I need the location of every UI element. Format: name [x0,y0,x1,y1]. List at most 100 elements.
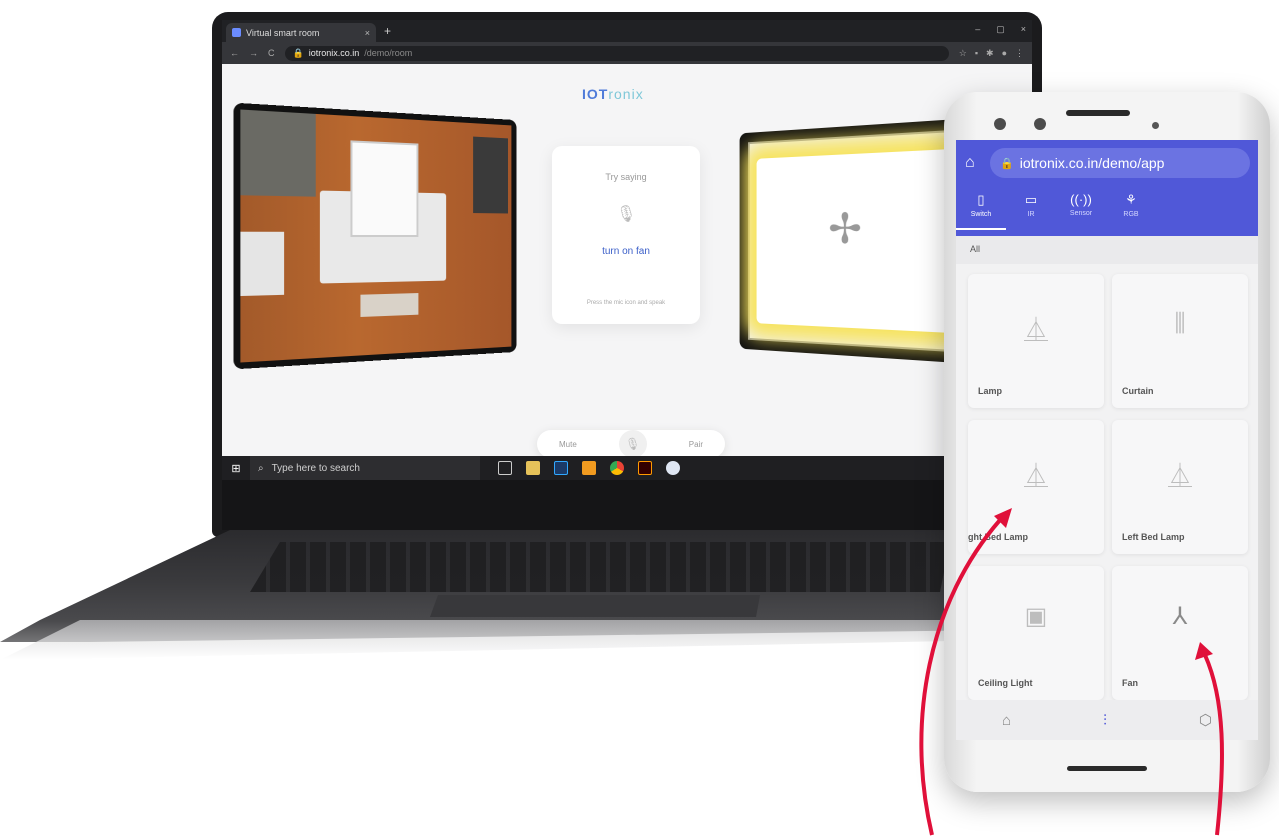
illustrator-icon[interactable] [638,461,652,475]
device-card-right-bed-lamp[interactable]: ⏅ ght Bed Lamp [968,420,1104,554]
voice-command-card: Try saying 🎙 turn on fan Press the mic i… [552,146,700,324]
browser-actions: ☆ ▪ ✱ ● ⋮ [959,48,1024,59]
star-icon[interactable]: ☆ [959,48,967,59]
device-card-left-bed-lamp[interactable]: ⏅ Left Bed Lamp [1112,420,1248,554]
lamp-icon: ⏅ [1024,317,1048,344]
promo-stage: Virtual smart room × + – ▢ × ← → C 🔒 iot… [0,0,1279,839]
device-card-fan[interactable]: ⅄ Fan [1112,566,1248,700]
device-label: Lamp [978,386,1003,396]
menu-icon[interactable]: ⋮ [1015,48,1024,59]
windows-taskbar: ⊞ ⌕ Type here to search ^ 🔊 [222,456,1032,480]
mobile-url: iotronix.co.in/demo/app [1019,155,1165,171]
reload-icon[interactable]: C [268,48,275,58]
address-bar[interactable]: 🔒 iotronix.co.in/demo/room [284,45,949,61]
device-label: Left Bed Lamp [1122,532,1185,542]
wardrobe [473,136,508,214]
taskbar-apps [498,461,680,475]
voice-prompt: Try saying [605,172,647,182]
category-tabs: ▯ Switch ▭ IR ((·)) Sensor ⚘ RGB [956,190,1258,230]
browser-tab-strip: Virtual smart room × + – ▢ × [222,20,1032,42]
tab-close-icon[interactable]: × [365,28,370,38]
filter-all[interactable]: All [956,236,1258,264]
taskbar-search[interactable]: ⌕ Type here to search [250,456,480,480]
bottom-navigation: ⌂ ⫶ ⬡ [956,700,1258,740]
mobile-address-bar[interactable]: 🔒 iotronix.co.in/demo/app [990,148,1250,178]
mic-icon[interactable]: 🎙 [616,204,636,228]
web-page: IOTronix Try saying 🎙 turn on fan Press … [222,64,1032,458]
maximize-button[interactable]: ▢ [996,24,1005,35]
mic-button-icon[interactable]: 🎙 [618,430,647,458]
earpiece-speaker [1066,110,1130,116]
forward-icon[interactable]: → [249,48,258,58]
room-corner [240,109,316,197]
brand-logo: IOTronix [582,86,644,102]
search-icon: ⌕ [258,462,264,474]
tab-label: Switch [970,211,992,218]
close-window-button[interactable]: × [1021,24,1026,35]
windows-start-icon[interactable]: ⊞ [222,462,250,475]
device-grid: ⏅ Lamp ⫼ Curtain ⏅ ght Bed Lamp ⏅ Left B… [968,274,1248,700]
browser-toolbar: ← → C 🔒 iotronix.co.in/demo/room ☆ ▪ ✱ ●… [222,42,1032,64]
proximity-sensor [1152,122,1159,129]
lamp-icon: ⏅ [1024,463,1048,490]
switch-icon: ▯ [977,192,985,207]
tv-table [360,293,419,317]
mute-button[interactable]: Mute [559,440,577,449]
sublime-icon[interactable] [582,461,596,475]
tab-sensor[interactable]: ((·)) Sensor [1056,190,1106,230]
ceiling-fan-icon: ✢ [828,204,862,253]
home-icon[interactable]: ⌂ [1002,712,1011,729]
bed [350,140,419,238]
window-controls: – ▢ × [975,24,1026,35]
tab-title: Virtual smart room [246,27,320,38]
pair-button[interactable]: Pair [689,440,703,449]
bedroom-floorplan-image [233,102,517,370]
tab-label: RGB [1123,211,1139,218]
sliders-icon[interactable]: ⫶ [1103,712,1107,729]
phone-screen: ⌂ 🔒 iotronix.co.in/demo/app ▯ Switch ▭ I… [956,140,1258,740]
chrome-icon[interactable] [610,461,624,475]
ceiling-light-icon: ▣ [1024,603,1048,630]
home-indicator-bar [1067,766,1147,771]
extensions-icon[interactable]: ▪ [975,48,978,59]
front-camera [994,118,1006,130]
url-path: /demo/room [364,48,413,58]
curtain-icon: ⫼ [1174,310,1186,337]
device-card-lamp[interactable]: ⏅ Lamp [968,274,1104,408]
brand-accent: ronix [608,86,644,102]
device-label: Fan [1122,678,1139,688]
settings-icon[interactable]: ⬡ [1199,711,1212,729]
new-tab-button[interactable]: + [384,24,391,38]
task-view-icon[interactable] [498,461,512,475]
lamp-icon: ⏅ [1168,463,1192,490]
back-icon[interactable]: ← [230,48,239,58]
photoshop-icon[interactable] [554,461,568,475]
voice-control-pill: Mute 🎙 Pair [537,430,725,458]
browser-tab[interactable]: Virtual smart room × [226,23,376,42]
tab-label: IR [1027,211,1035,218]
device-label: ght Bed Lamp [968,532,1028,542]
tab-rgb[interactable]: ⚘ RGB [1106,190,1156,230]
laptop-shadow [0,620,1000,660]
tab-ir[interactable]: ▭ IR [1006,190,1056,230]
paint-icon[interactable] [666,461,680,475]
file-explorer-icon[interactable] [526,461,540,475]
browser-home-icon[interactable]: ⌂ [965,154,975,172]
minimize-button[interactable]: – [975,24,980,35]
rgb-icon: ⚘ [1125,192,1137,207]
tab-switch[interactable]: ▯ Switch [956,190,1006,230]
device-card-ceiling-light[interactable]: ▣ Ceiling Light [968,566,1104,700]
device-label: Curtain [1122,386,1154,396]
profile-avatar-icon[interactable]: ● [1002,48,1007,59]
voice-hint: Press the mic icon and speak [586,300,666,306]
front-camera-2 [1034,118,1046,130]
smartphone: ⌂ 🔒 iotronix.co.in/demo/app ▯ Switch ▭ I… [944,92,1270,792]
puzzle-icon[interactable]: ✱ [986,48,994,59]
app-header: ⌂ 🔒 iotronix.co.in/demo/app ▯ Switch ▭ I… [956,140,1258,236]
device-card-curtain[interactable]: ⫼ Curtain [1112,274,1248,408]
tab-label: Sensor [1069,210,1093,217]
laptop-trackpad [430,595,760,617]
laptop-keyboard [250,542,950,592]
tv-icon: ▭ [1024,192,1038,207]
brand-main: IOT [582,86,609,102]
